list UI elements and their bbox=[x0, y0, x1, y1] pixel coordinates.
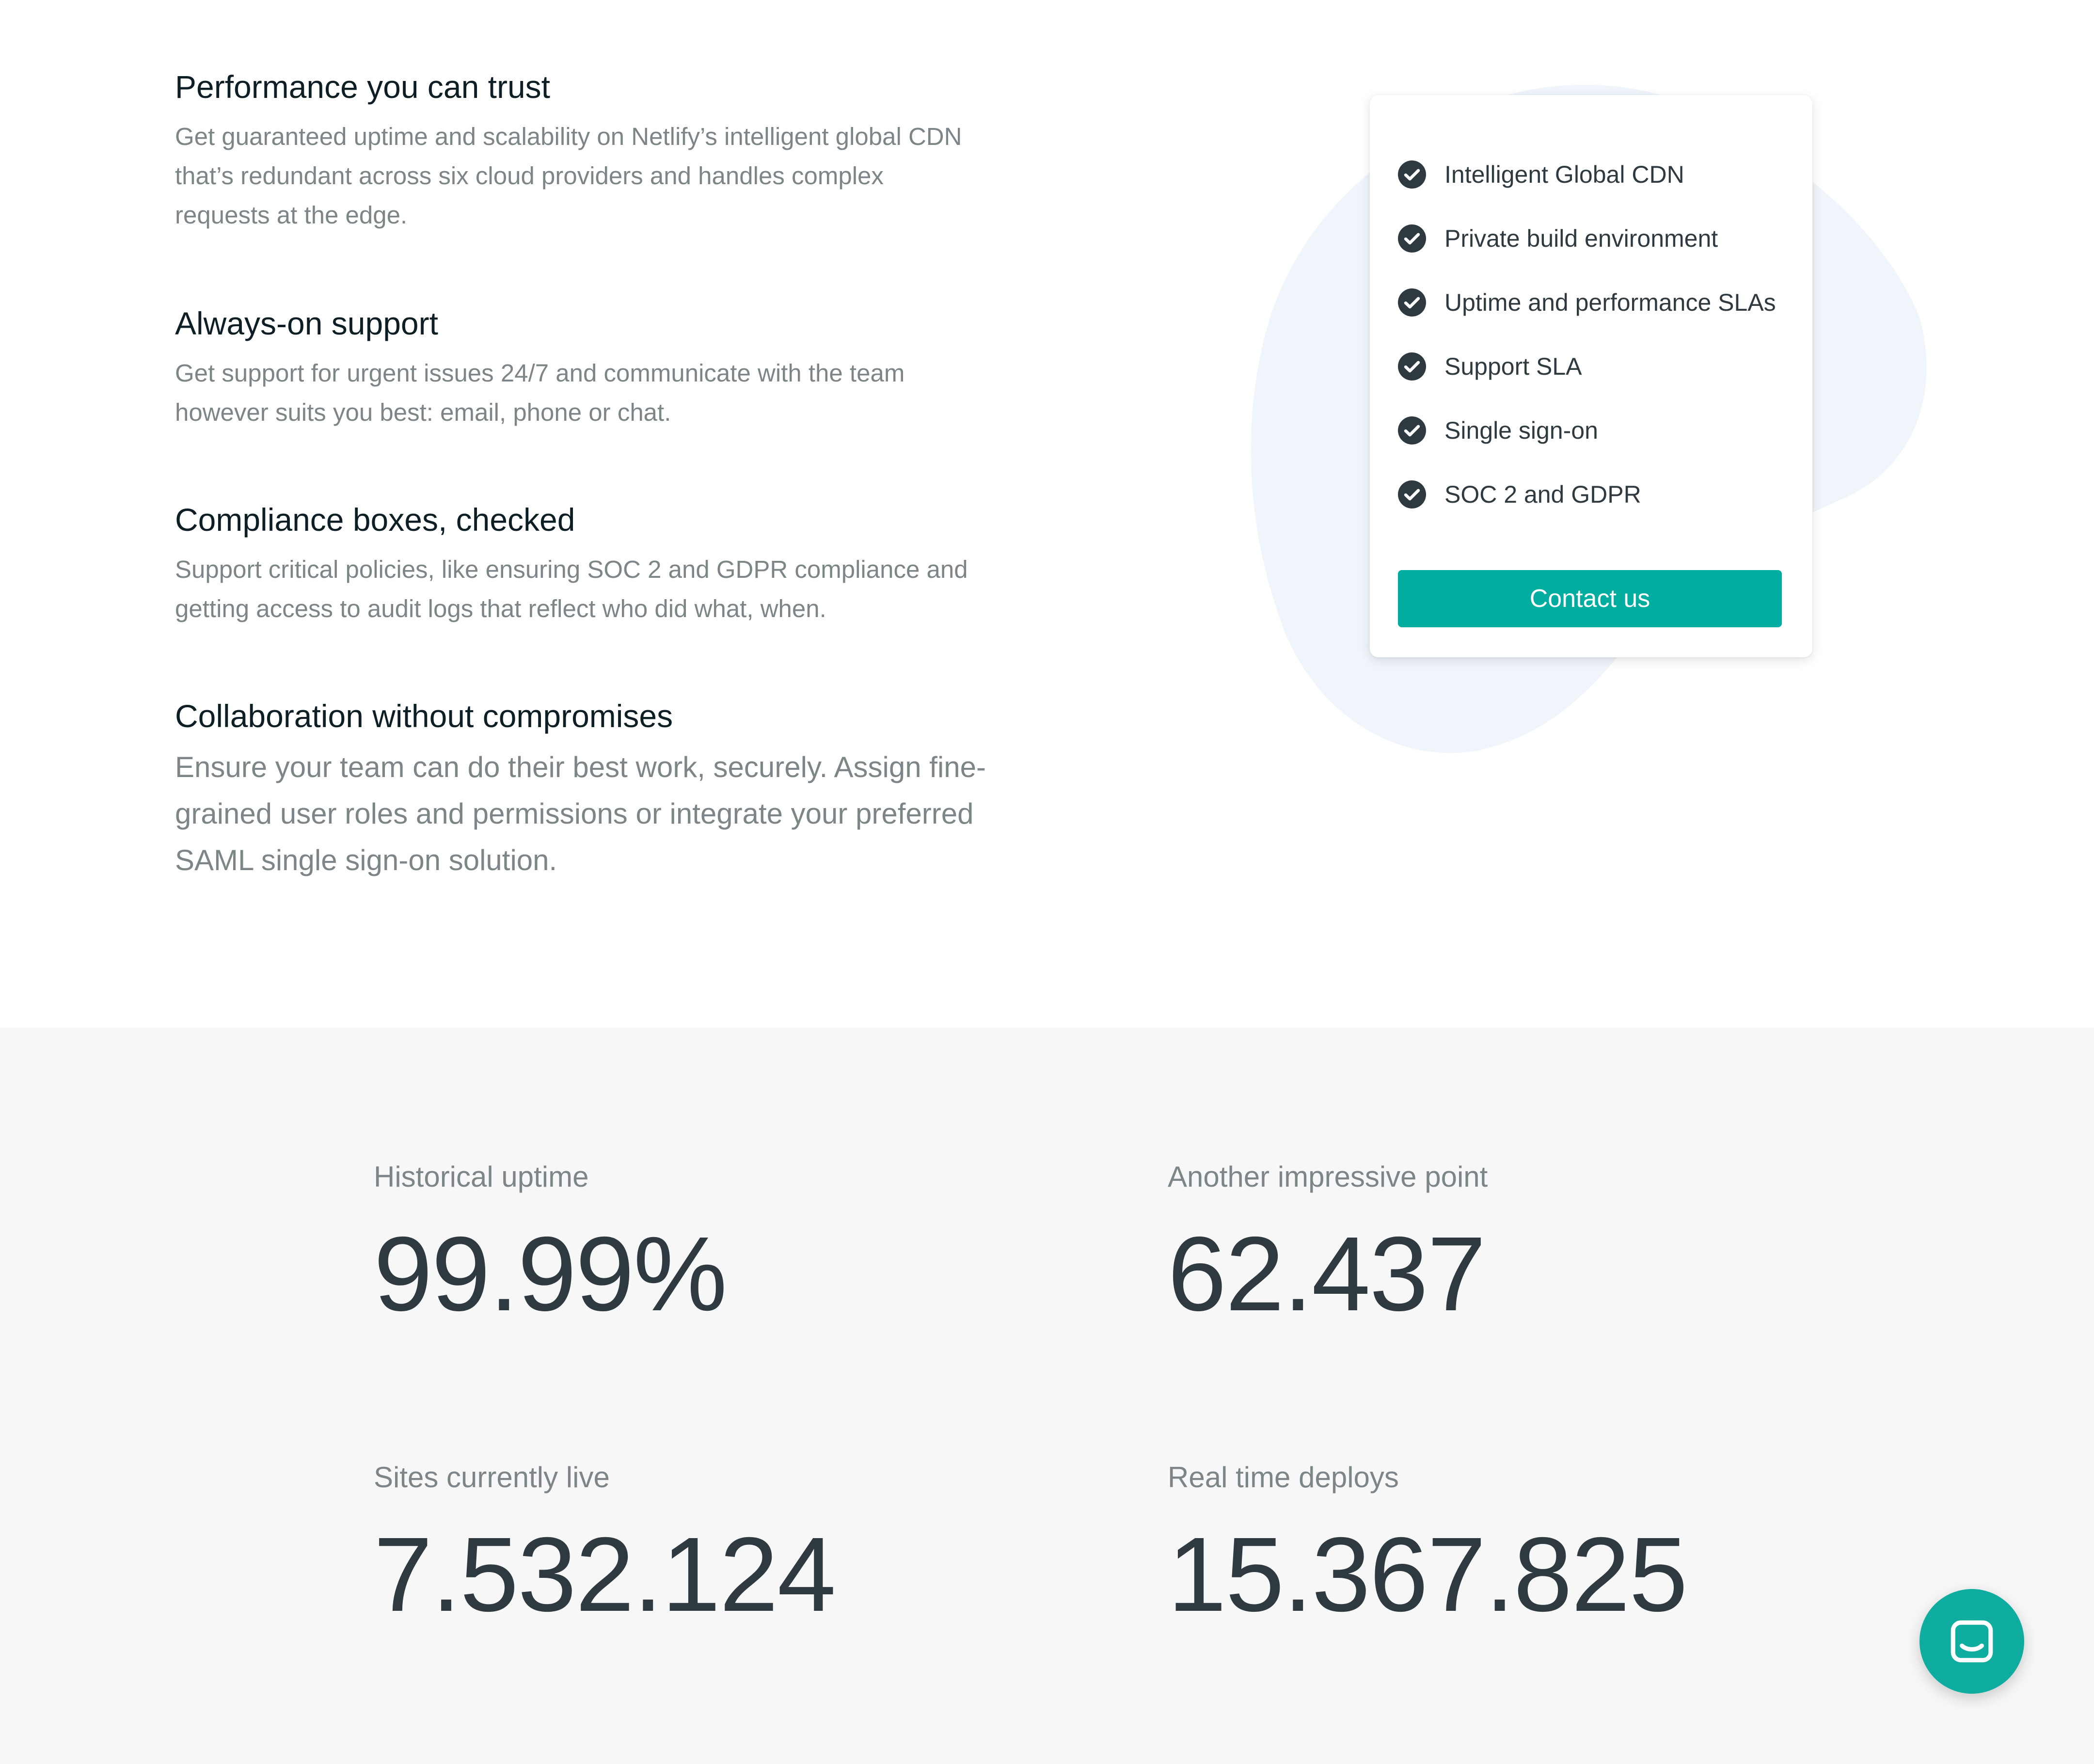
feature-collaboration: Collaboration without compromises Ensure… bbox=[175, 697, 994, 884]
feature-performance: Performance you can trust Get guaranteed… bbox=[175, 68, 970, 235]
checklist-label: Private build environment bbox=[1444, 225, 1718, 252]
check-circle-icon bbox=[1398, 288, 1426, 317]
stat-sites-live: Sites currently live 7.532.124 bbox=[374, 1461, 836, 1634]
stat-label: Another impressive point bbox=[1168, 1160, 1488, 1193]
stat-impressive-point: Another impressive point 62.437 bbox=[1168, 1162, 1488, 1327]
feature-title: Compliance boxes, checked bbox=[175, 502, 575, 538]
checklist-label: Uptime and performance SLAs bbox=[1444, 289, 1776, 316]
checklist-label: Intelligent Global CDN bbox=[1444, 161, 1684, 188]
feature-title: Collaboration without compromises bbox=[175, 698, 673, 734]
check-circle-icon bbox=[1398, 480, 1426, 509]
check-circle-icon bbox=[1398, 416, 1426, 445]
stat-label: Real time deploys bbox=[1168, 1461, 1399, 1494]
stat-historical-uptime: Historical uptime 99.99% bbox=[374, 1160, 727, 1333]
feature-description: Get support for urgent issues 24/7 and c… bbox=[175, 359, 905, 427]
stat-label: Sites currently live bbox=[374, 1461, 610, 1494]
stat-label: Historical uptime bbox=[374, 1160, 589, 1193]
stat-value: 99.99% bbox=[374, 1215, 727, 1333]
feature-description: Get guaranteed uptime and scalability on… bbox=[175, 123, 962, 229]
checklist-label: Support SLA bbox=[1444, 353, 1582, 380]
chat-launcher-button[interactable] bbox=[1920, 1589, 2024, 1694]
check-circle-icon bbox=[1398, 352, 1426, 381]
feature-description: Ensure your team can do their best work,… bbox=[175, 751, 986, 877]
chat-icon bbox=[1951, 1620, 1993, 1663]
enterprise-card: Intelligent Global CDN Private build env… bbox=[1370, 95, 1812, 657]
checklist-item: SOC 2 and GDPR bbox=[1398, 462, 1776, 526]
feature-description: Support critical policies, like ensuring… bbox=[175, 556, 968, 623]
checklist-item: Intelligent Global CDN bbox=[1398, 143, 1776, 207]
feature-title: Performance you can trust bbox=[175, 69, 551, 105]
stat-value: 15.367.825 bbox=[1168, 1516, 1688, 1634]
checklist-item: Private build environment bbox=[1398, 207, 1776, 270]
check-circle-icon bbox=[1398, 224, 1426, 253]
feature-checklist: Intelligent Global CDN Private build env… bbox=[1398, 143, 1776, 526]
feature-title: Always-on support bbox=[175, 305, 438, 341]
feature-compliance: Compliance boxes, checked Support critic… bbox=[175, 501, 989, 628]
checklist-label: SOC 2 and GDPR bbox=[1444, 481, 1641, 508]
feature-support: Always-on support Get support for urgent… bbox=[175, 304, 941, 432]
checklist-label: Single sign-on bbox=[1444, 417, 1598, 444]
stat-value: 7.532.124 bbox=[374, 1516, 836, 1634]
checklist-item: Uptime and performance SLAs bbox=[1398, 270, 1776, 334]
stat-real-time-deploys: Real time deploys 15.367.825 bbox=[1168, 1461, 1688, 1634]
contact-us-button[interactable]: Contact us bbox=[1398, 570, 1782, 627]
features-section: Performance you can trust Get guaranteed… bbox=[0, 0, 2094, 1028]
stat-value: 62.437 bbox=[1168, 1215, 1486, 1333]
stats-section: Historical uptime 99.99% Another impress… bbox=[0, 1028, 2094, 1764]
checklist-item: Single sign-on bbox=[1398, 398, 1776, 462]
checklist-item: Support SLA bbox=[1398, 334, 1776, 398]
check-circle-icon bbox=[1398, 160, 1426, 189]
